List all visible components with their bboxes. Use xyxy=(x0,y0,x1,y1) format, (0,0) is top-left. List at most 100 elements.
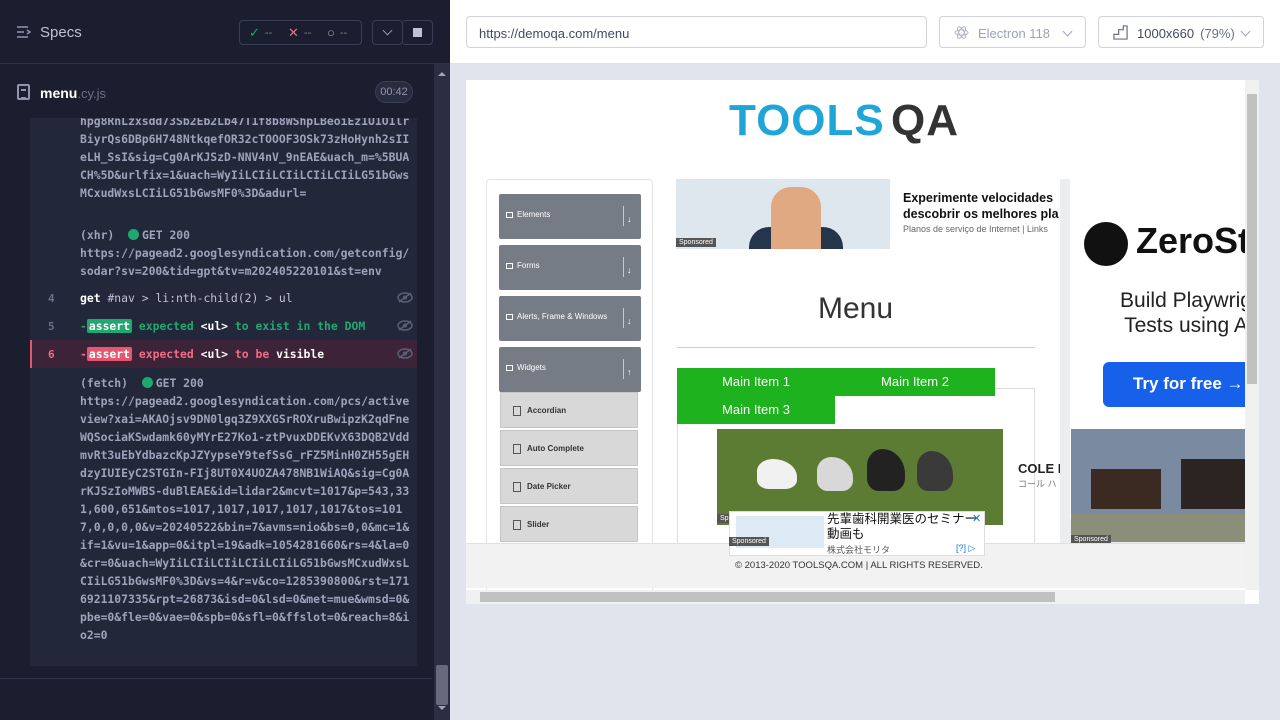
close-icon[interactable]: ✕ xyxy=(972,512,981,525)
ad-house-image[interactable] xyxy=(1071,429,1259,542)
specs-title[interactable]: Specs xyxy=(40,24,82,41)
file-ext: .cy.js xyxy=(77,86,106,101)
ad-subtext: Planos de serviço de Internet | Links xyxy=(903,224,1048,234)
assert-badge: assert xyxy=(86,347,133,361)
category-forms[interactable]: Forms ↓ xyxy=(499,245,641,290)
passed-count: -- xyxy=(264,26,273,39)
pending-icon: ○ xyxy=(327,25,335,40)
stop-button[interactable] xyxy=(402,20,433,45)
shoe xyxy=(867,449,905,491)
reporter-panel: Specs ✓ -- ✕ -- ○ -- menu.cy.js 00:42 hpg8R… xyxy=(0,0,450,720)
specs-list-icon[interactable] xyxy=(16,25,32,39)
command-log[interactable]: hpg8RnLzxsdd73Sb2Eb2Lb47T1f8b8WShpLBeoiE… xyxy=(30,118,417,666)
spec-file-name[interactable]: menu.cy.js xyxy=(40,85,106,101)
command-number: 5 xyxy=(48,320,55,333)
adchoices-icon[interactable]: [?] ▷ xyxy=(956,543,975,554)
sponsored-label: Sponsored xyxy=(676,238,716,247)
electron-icon xyxy=(954,26,969,39)
house-shape xyxy=(1181,459,1251,509)
eye-hidden-icon[interactable] xyxy=(397,292,413,303)
category-label: Forms xyxy=(517,261,540,270)
sidebar-item-date-picker[interactable]: Date Picker xyxy=(500,468,638,504)
reporter-scroll-thumb[interactable] xyxy=(436,665,448,705)
house-shape xyxy=(1091,469,1161,509)
logo-text: QA xyxy=(891,96,959,145)
zerostep-headline: Build Playwrig Tests using A xyxy=(1086,288,1259,338)
assert-code: <ul> xyxy=(200,347,229,361)
separator xyxy=(623,257,624,277)
ad-line: Build Playwrig xyxy=(1120,289,1252,312)
shoe xyxy=(757,459,797,489)
fetch-entry[interactable]: (fetch) GET 200 https://pagead2.googlesy… xyxy=(80,374,415,644)
pending-count: -- xyxy=(339,26,348,39)
sidebar-item-slider[interactable]: Slider xyxy=(500,506,638,542)
scroll-up-icon[interactable] xyxy=(438,68,446,76)
failed-count: -- xyxy=(303,26,312,39)
sidebar-item-accordian[interactable]: Accordian xyxy=(500,392,638,428)
menu-item-2[interactable]: Main Item 2 xyxy=(835,368,995,396)
eye-hidden-icon[interactable] xyxy=(397,320,413,331)
aut-horizontal-thumb[interactable] xyxy=(480,592,1055,602)
reporter-scrollbar[interactable] xyxy=(434,64,450,720)
ad-headline[interactable]: Experimente velocidades descobrir os melh… xyxy=(903,190,1063,222)
sponsored-label: Sponsored xyxy=(729,537,769,546)
failed-command-row[interactable]: 6 - assert expected <ul> to be visible xyxy=(30,340,417,368)
eye-hidden-icon[interactable] xyxy=(397,348,413,359)
category-label: Alerts, Frame & Windows xyxy=(517,312,608,321)
browser-selector[interactable]: Electron 118 xyxy=(939,16,1086,48)
ad-person xyxy=(771,187,821,249)
shoe xyxy=(917,451,953,491)
zerostep-name: ZeroSt xyxy=(1136,220,1251,261)
category-widgets[interactable]: Widgets ↑ xyxy=(499,347,641,392)
chevron-down-icon xyxy=(382,25,393,36)
toolsqa-logo[interactable]: TOOLS QA xyxy=(729,92,989,154)
category-icon xyxy=(506,212,513,218)
cross-icon: ✕ xyxy=(288,24,299,40)
viewport-icon xyxy=(1113,25,1128,40)
failed-stat: ✕ -- xyxy=(279,25,318,41)
category-icon xyxy=(506,263,513,269)
spec-file-header[interactable]: menu.cy.js 00:42 xyxy=(0,64,432,118)
category-label: Widgets xyxy=(517,363,546,372)
expand-button[interactable] xyxy=(372,20,403,45)
command-row[interactable]: 5 - assert expected <ul> to exist in the … xyxy=(30,312,417,340)
assert-text: expected xyxy=(138,347,194,361)
command-args: #nav > li:nth-child(2) > ul xyxy=(107,291,293,305)
aut-scroll-thumb[interactable] xyxy=(1247,94,1257,384)
url-bar[interactable]: https://demoqa.com/menu xyxy=(466,16,927,48)
category-elements[interactable]: Elements ↓ xyxy=(499,194,641,239)
status-dot-icon xyxy=(141,377,153,388)
try-for-free-button[interactable]: Try for free → xyxy=(1103,362,1259,407)
assert-text: expected xyxy=(138,319,194,333)
assert-text: visible xyxy=(276,347,325,361)
command-number: 6 xyxy=(48,348,55,361)
xhr-type: (xhr) xyxy=(80,228,115,242)
jp-ad-company: 株式会社モリタ xyxy=(827,545,891,555)
divider xyxy=(677,347,1035,348)
zerostep-logo-icon xyxy=(1084,222,1128,266)
category-icon xyxy=(506,314,513,320)
sidebar: Elements ↓ Forms ↓ Alerts, Frame & Windows… xyxy=(486,179,653,599)
viewport-size: 1000x660 xyxy=(1137,26,1195,41)
xhr-entry[interactable]: (xhr) GET 200 https://pagead2.googlesynd… xyxy=(80,226,415,280)
fetch-method: GET 200 xyxy=(155,376,204,390)
xhr-url: https://pagead2.googlesyndication.com/ge… xyxy=(80,246,410,278)
menu-item-1[interactable]: Main Item 1 xyxy=(677,368,835,396)
viewport-zoom: (79%) xyxy=(1200,26,1235,41)
category-alerts[interactable]: Alerts, Frame & Windows ↓ xyxy=(499,296,641,341)
stop-icon xyxy=(413,28,422,37)
separator xyxy=(623,206,624,226)
specs-header: Specs ✓ -- ✕ -- ○ -- xyxy=(0,0,450,64)
divider xyxy=(0,678,432,679)
viewport-selector[interactable]: 1000x660 (79%) xyxy=(1098,16,1264,48)
scroll-down-icon[interactable] xyxy=(438,706,446,714)
status-dot-icon xyxy=(128,229,140,240)
menu-item-3[interactable]: Main Item 3 xyxy=(677,396,835,424)
jp-ad-headline: 先輩歯科開業医のセミナー 動画も xyxy=(827,512,977,542)
arrow-down-icon: ↓ xyxy=(627,316,632,326)
sidebar-item-auto-complete[interactable]: Auto Complete xyxy=(500,430,638,466)
command-row[interactable]: 4 get #nav > li:nth-child(2) > ul xyxy=(30,284,417,312)
log-url-text: hpg8RnLzxsdd73Sb2Eb2Lb47T1f8b8WShpLBeoiE… xyxy=(80,118,410,200)
app-under-test[interactable]: TOOLS QA Elements ↓ Forms ↓ Alerts, Frame … xyxy=(466,80,1259,604)
chevron-down-icon xyxy=(1240,26,1251,37)
